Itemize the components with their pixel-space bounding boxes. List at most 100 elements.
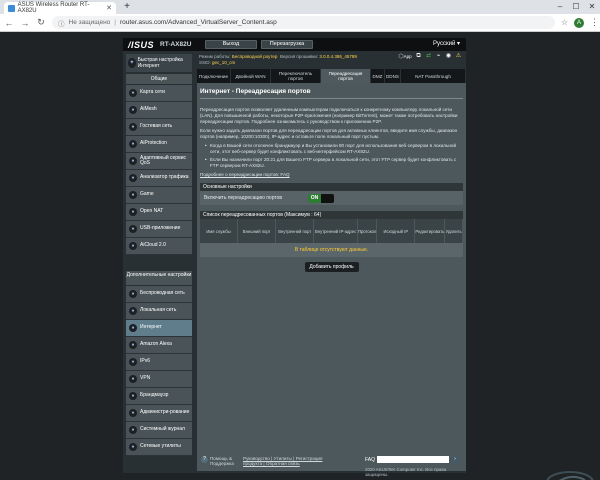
usb-icon[interactable]: ⌁ <box>435 53 442 60</box>
cloud-icon: ● <box>129 242 137 250</box>
nat-icon: ● <box>129 208 137 216</box>
qos-icon: ● <box>129 157 137 165</box>
aimesh-icon[interactable]: ◉ <box>445 53 452 60</box>
general-header: Общие <box>126 74 192 84</box>
description-text-2: Если нужно задать диапазон портов для пе… <box>200 128 458 139</box>
bookmark-star-icon[interactable]: ☆ <box>561 18 568 27</box>
advanced-header: Дополнительные настройки <box>126 271 192 285</box>
sidebar-item-label: Game <box>140 191 154 198</box>
sidebar-item-alexa[interactable]: ● Amazon Alexa <box>126 337 192 354</box>
close-icon[interactable]: ✕ <box>106 4 112 12</box>
sidebar-item-label: Беспроводная сеть <box>140 290 185 297</box>
sidebar-item-label: Open NAT <box>140 208 164 215</box>
tab-6[interactable]: NAT Passthrough <box>401 69 466 83</box>
router-ui: /ISUS RT-AX82U Выход Перезагрузка Русски… <box>123 38 466 477</box>
sidebar-item-map[interactable]: ● Карта сети <box>126 85 192 102</box>
reboot-button[interactable]: Перезагрузка <box>261 40 313 49</box>
reload-icon[interactable]: ↻ <box>36 17 46 28</box>
quick-setup-button[interactable]: ✦ Быстрая настройка Интернет <box>126 54 192 72</box>
tab-2[interactable]: Переключатель портов <box>271 69 321 83</box>
wifi-icon: ● <box>129 290 137 298</box>
wan-status-icon[interactable]: ⇄ <box>425 53 432 60</box>
browser-tab[interactable]: ASUS Wireless Router RT-AX82U ✕ <box>4 2 116 14</box>
alexa-icon: ● <box>129 341 137 349</box>
help-support[interactable]: ? Помощь & Поддержка <box>201 456 240 466</box>
quick-setup-label: Быстрая настройка Интернет <box>137 57 183 69</box>
sidebar-item-cloud[interactable]: ● AiCloud 2.0 <box>126 238 192 255</box>
app-icon[interactable]: ⬡App <box>398 53 412 60</box>
add-profile-button[interactable]: Добавить профиль <box>304 262 359 272</box>
faq-link[interactable]: Подробнее о переадресации портов: FAQ <box>200 172 463 178</box>
footer-links-line-2[interactable]: продукта | Обратная связь <box>243 461 322 466</box>
sidebar-item-nat[interactable]: ● Open NAT <box>126 204 192 221</box>
column-header: Внутренний IP-адрес <box>314 219 358 243</box>
favicon-icon <box>8 4 15 12</box>
sidebar-item-label: IPv6 <box>140 358 151 365</box>
notification-icon[interactable]: ⚠ <box>455 53 462 60</box>
copyright: 2020 ASUSTeK Computer Inc. Все права защ… <box>365 467 447 477</box>
port-forwarding-toggle[interactable]: ON <box>308 193 335 203</box>
tab-3[interactable]: Переадресация портов <box>321 69 371 83</box>
page: /ISUS RT-AX82U Выход Перезагрузка Русски… <box>0 32 600 480</box>
info-icon[interactable]: ⓘ <box>58 18 65 28</box>
sidebar-item-mesh[interactable]: ● AiMesh <box>126 102 192 119</box>
sidebar-item-qos[interactable]: ● Адаптивный сервис QoS <box>126 153 192 170</box>
status-icons: ⬡App ⧉ ⇄ ⌁ ◉ ⚠ <box>398 53 462 60</box>
new-tab-icon[interactable]: + <box>122 2 132 12</box>
lan-icon: ● <box>129 307 137 315</box>
sidebar-item-admin[interactable]: ● Администри-рование <box>126 405 192 422</box>
language-select[interactable]: Русский ▾ <box>433 40 460 47</box>
model-name: RT-AX82U <box>160 41 192 48</box>
faq-search-button[interactable]: › <box>451 456 459 463</box>
sidebar-item-shield[interactable]: ● AiProtection <box>126 136 192 153</box>
sidebar-item-label: Сетевые утилиты <box>140 443 181 450</box>
sidebar-item-tools[interactable]: ● Сетевые утилиты <box>126 439 192 456</box>
sidebar-item-traffic[interactable]: ● Анализатор трафика <box>126 170 192 187</box>
port-table-header: Имя службы Внешний порт Внутренний порт Вну… <box>200 219 463 243</box>
footer-links[interactable]: Руководство | Утилиты | Регистрация прод… <box>243 456 322 466</box>
sidebar-item-label: Amazon Alexa <box>140 341 172 348</box>
tab-0[interactable]: Подключение <box>197 69 231 83</box>
mode-value[interactable]: Беспроводной роутер <box>232 54 278 59</box>
back-icon[interactable]: ← <box>4 18 14 28</box>
sidebar-item-lan[interactable]: ● Локальная сеть <box>126 303 192 320</box>
minimize-icon[interactable]: – <box>552 0 568 14</box>
menu-icon[interactable]: ⋮ <box>590 17 599 28</box>
tools-icon: ● <box>129 443 137 451</box>
sidebar-item-usb[interactable]: ● USB-приложение <box>126 221 192 238</box>
guest-icon: ● <box>129 123 137 131</box>
usb-icon: ● <box>129 225 137 233</box>
window-close-icon[interactable]: ✕ <box>584 0 600 14</box>
tab-5[interactable]: DDNS <box>385 69 401 83</box>
firmware-value[interactable]: 3.0.0.4.386_45789 <box>319 54 357 59</box>
content-area: Подключение Двойной WAN Переключатель порт… <box>197 69 466 473</box>
network-icon[interactable]: ⧉ <box>415 53 422 60</box>
url-field[interactable]: ⓘ Не защищено | router.asus.com/Advanced… <box>52 16 555 29</box>
sidebar-item-firewall[interactable]: ● Брандмауэр <box>126 388 192 405</box>
forward-icon[interactable]: → <box>20 18 30 28</box>
tab-4[interactable]: DMZ <box>371 69 385 83</box>
sidebar-item-ipv6[interactable]: ● IPv6 <box>126 354 192 371</box>
logout-button[interactable]: Выход <box>205 40 257 49</box>
note-item-2: Если Вы назначили порт 20:21 для Вашего … <box>205 157 463 169</box>
maximize-icon[interactable]: ☐ <box>568 0 584 14</box>
sidebar-item-label: Интернет <box>140 324 162 331</box>
admin-icon: ● <box>129 409 137 417</box>
sidebar-item-label: Гостевая сеть <box>140 123 173 130</box>
tab-1[interactable]: Двойной WAN <box>231 69 271 83</box>
avatar[interactable]: A <box>574 17 584 28</box>
ssid-value: gec_10_cm <box>212 60 236 65</box>
sidebar-item-wifi[interactable]: ● Беспроводная сеть <box>126 286 192 303</box>
browser-tabstrip: ASUS Wireless Router RT-AX82U ✕ + – ☐ ✕ <box>0 0 600 14</box>
sidebar-item-label: Анализатор трафика <box>140 174 189 181</box>
sidebar-item-vpn[interactable]: ● VPN <box>126 371 192 388</box>
address-bar: ← → ↻ ⓘ Не защищено | router.asus.com/Ad… <box>0 14 600 32</box>
sidebar-item-log[interactable]: ● Системный журнал <box>126 422 192 439</box>
sidebar-item-globe[interactable]: ● Интернет <box>126 320 192 337</box>
faq-search-input[interactable] <box>377 456 449 463</box>
firewall-icon: ● <box>129 392 137 400</box>
sidebar-item-game[interactable]: ● Game <box>126 187 192 204</box>
sidebar-item-guest[interactable]: ● Гостевая сеть <box>126 119 192 136</box>
column-header: Внутренний порт <box>276 219 315 243</box>
description-text-1: Переадресация портов позволяет удаленным… <box>200 107 458 124</box>
